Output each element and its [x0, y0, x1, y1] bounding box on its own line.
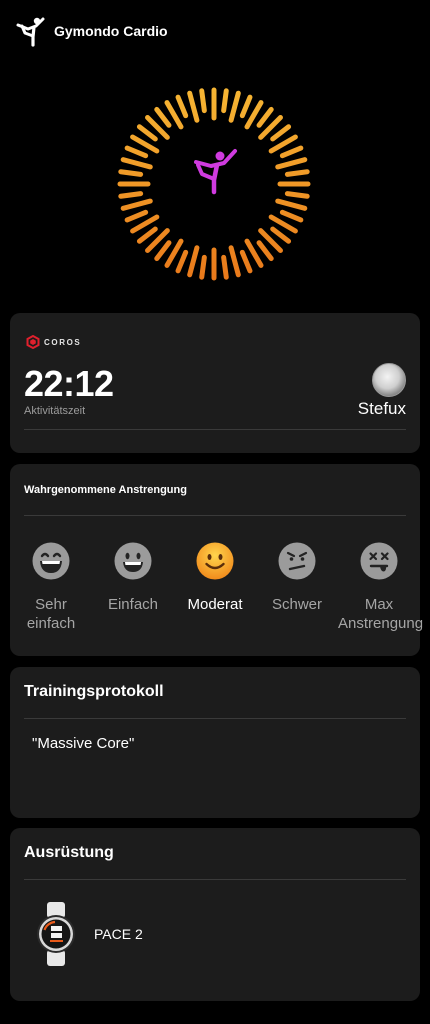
sports-watch-icon[interactable]: [36, 902, 76, 966]
laughing-face-icon: [32, 542, 70, 580]
yoga-figure-icon: [16, 17, 45, 47]
equipment-title: Ausrüstung: [24, 844, 114, 861]
ring-tick: [118, 169, 144, 177]
ring-tick: [284, 169, 310, 177]
activity-hero: [114, 84, 314, 284]
exhausted-face-icon: [360, 542, 398, 580]
effort-label: Moderat: [187, 596, 243, 613]
ring-tick: [284, 191, 310, 199]
activity-ring: [117, 87, 311, 281]
ring-tick: [228, 90, 241, 123]
ring-tick: [124, 209, 149, 223]
grinning-face-icon: [114, 542, 152, 580]
ring-tick: [256, 106, 274, 128]
grimacing-face-icon: [278, 542, 316, 580]
ring-tick: [239, 249, 253, 274]
ring-tick: [199, 88, 207, 114]
ring-tick: [239, 94, 253, 119]
coros-logo-icon: [26, 335, 40, 349]
ring-tick: [199, 254, 207, 280]
ring-tick: [175, 94, 189, 119]
ring-tick: [279, 209, 304, 223]
divider: [24, 718, 406, 719]
ring-tick: [124, 145, 149, 159]
ring-tick: [175, 249, 189, 274]
smiling-face-icon: [196, 542, 234, 580]
effort-label: Einfach: [107, 596, 159, 613]
effort-option-max[interactable]: Max Anstrengung: [338, 542, 424, 633]
ring-tick: [279, 145, 304, 159]
ring-tick: [136, 124, 158, 142]
activity-summary-card[interactable]: COROS 22:12 Aktivitätszeit Stefux: [10, 313, 420, 453]
ring-tick: [120, 198, 153, 211]
ring-tick: [256, 240, 274, 262]
ring-tick: [270, 124, 292, 142]
ring-tick: [120, 157, 153, 170]
ring-tick: [221, 254, 229, 280]
ring-tick: [187, 90, 200, 123]
device-name: PACE 2: [94, 926, 143, 942]
ring-tick: [221, 88, 229, 114]
divider: [24, 515, 406, 516]
app-title: Gymondo Cardio: [54, 23, 168, 39]
divider: [24, 879, 406, 880]
yoga-pose-icon: [194, 149, 237, 195]
ring-tick: [270, 226, 292, 244]
app-header: Gymondo Cardio: [16, 14, 168, 48]
ring-tick: [187, 245, 200, 278]
ring-tick: [154, 240, 172, 262]
protocol-note: "Massive Core": [32, 735, 135, 752]
effort-label: Schwer: [271, 596, 323, 613]
effort-title: Wahrgenommene Anstrengung: [24, 484, 187, 496]
equipment-card: Ausrüstung PACE 2: [10, 828, 420, 1001]
effort-label: Max Anstrengung: [338, 596, 424, 632]
effort-label: Sehr einfach: [26, 596, 76, 632]
divider: [24, 429, 406, 430]
effort-option-moderate[interactable]: Moderat: [174, 542, 256, 614]
coros-brand-name: COROS: [44, 337, 82, 347]
effort-option-very-easy[interactable]: Sehr einfach: [10, 542, 92, 633]
ring-tick: [228, 245, 241, 278]
coros-brand: COROS: [26, 335, 81, 349]
ring-tick: [136, 226, 158, 244]
avatar[interactable]: [372, 363, 406, 397]
activity-time-label: Aktivitätszeit: [24, 405, 86, 417]
ring-tick: [118, 191, 144, 199]
ring-tick: [275, 157, 308, 170]
ring-tick: [275, 198, 308, 211]
training-protocol-card[interactable]: Trainingsprotokoll "Massive Core": [10, 667, 420, 818]
ring-tick: [154, 106, 172, 128]
activity-time: 22:12: [24, 363, 114, 404]
protocol-title: Trainingsprotokoll: [24, 683, 164, 700]
effort-option-easy[interactable]: Einfach: [92, 542, 174, 614]
user-name: Stefux: [357, 399, 406, 418]
effort-option-hard[interactable]: Schwer: [256, 542, 338, 614]
perceived-effort-card: Wahrgenommene Anstrengung Sehr einfach E…: [10, 464, 424, 656]
